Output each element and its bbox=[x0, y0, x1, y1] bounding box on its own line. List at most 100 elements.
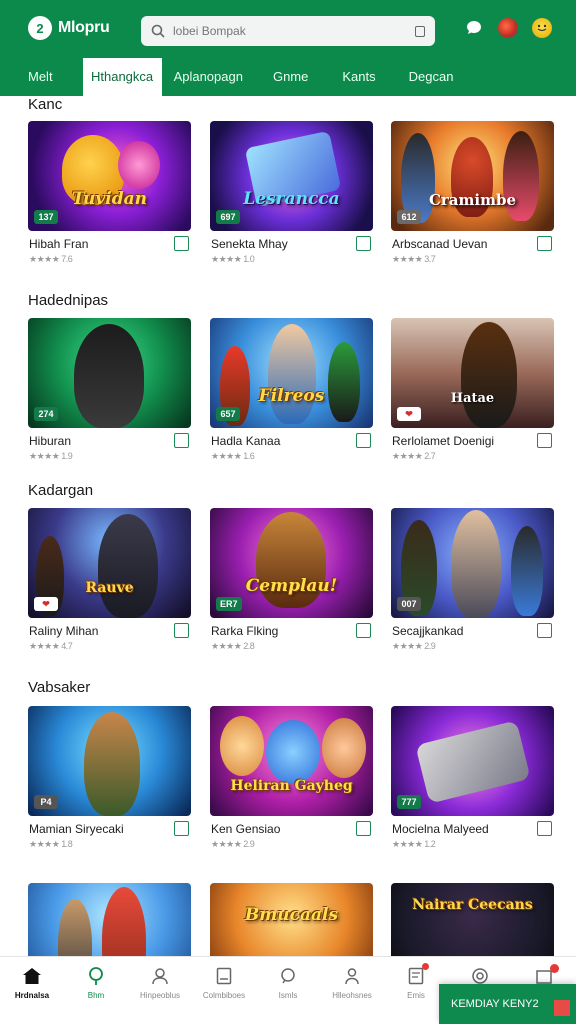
game-card[interactable]: Rauve ❤ Raliny Mihan ★★★★ 4.7 bbox=[28, 508, 191, 651]
game-rating: ★★★★ 2.9 bbox=[392, 641, 436, 651]
tab-aplanopagn[interactable]: Aplanopagn bbox=[174, 58, 243, 96]
game-art-title: Tuvidan bbox=[71, 189, 148, 209]
select-checkbox[interactable] bbox=[174, 821, 189, 836]
nav-hlleohsnes[interactable]: Hlleohsnes bbox=[320, 957, 384, 1024]
section-title: Kanc bbox=[28, 96, 63, 113]
tab-melt[interactable]: Melt bbox=[28, 58, 53, 96]
game-thumbnail[interactable]: Filreos 657 bbox=[210, 318, 373, 428]
app-logo[interactable]: 2 Mlopru bbox=[28, 16, 110, 40]
game-name: Hiburan bbox=[29, 434, 72, 448]
price-badge: 777 bbox=[397, 795, 421, 809]
nav-colmbiboes[interactable]: Colmbiboes bbox=[192, 957, 256, 1024]
tab-kants[interactable]: Kants bbox=[342, 58, 375, 96]
nav-ismls[interactable]: Ismls bbox=[256, 957, 320, 1024]
game-thumbnail[interactable]: 274 bbox=[28, 318, 191, 428]
game-card[interactable]: Hatae ❤ Rerlolamet Doenigi ★★★★ 2.7 bbox=[391, 318, 554, 461]
game-card[interactable]: Heliran Gayheg Ken Gensiao ★★★★ 2.9 bbox=[210, 706, 373, 849]
price-badge: 697 bbox=[216, 210, 240, 224]
nav-label: Colmbiboes bbox=[202, 991, 246, 1000]
game-thumbnail[interactable]: 007 bbox=[391, 508, 554, 618]
game-card[interactable] bbox=[28, 883, 191, 956]
select-checkbox[interactable] bbox=[174, 433, 189, 448]
game-art-title: Bmucaals bbox=[244, 905, 339, 925]
game-thumbnail[interactable]: Tuvidan 137 bbox=[28, 121, 191, 231]
clipboard-icon[interactable] bbox=[415, 25, 425, 37]
tab-degcan[interactable]: Degcan bbox=[409, 58, 454, 96]
select-checkbox[interactable] bbox=[356, 236, 371, 251]
tab-hthangkca[interactable]: Hthangkca bbox=[82, 58, 162, 96]
game-card[interactable]: Lesrancca 697 Senekta Mhay ★★★★ 1.0 bbox=[210, 121, 373, 264]
game-thumbnail[interactable]: Heliran Gayheg bbox=[210, 706, 373, 816]
select-checkbox[interactable] bbox=[356, 433, 371, 448]
doc-icon bbox=[213, 966, 235, 986]
game-art-title: Heliran Gayheg bbox=[230, 778, 353, 794]
game-card[interactable]: 007 Secajjkankad ★★★★ 2.9 bbox=[391, 508, 554, 651]
game-art-title: Cramimbe bbox=[428, 191, 517, 209]
game-card[interactable]: Cemplau! ER7 Rarka Flking ★★★★ 2.8 bbox=[210, 508, 373, 651]
select-checkbox[interactable] bbox=[356, 821, 371, 836]
nav-bhm[interactable]: Bhm bbox=[64, 957, 128, 1024]
select-checkbox[interactable] bbox=[537, 623, 552, 638]
game-thumbnail[interactable]: Lesrancca 697 bbox=[210, 121, 373, 231]
app-name: Mlopru bbox=[58, 19, 110, 36]
game-name: Secajjkankad bbox=[392, 624, 464, 638]
promo-banner[interactable]: KEMDIAY KENY2 bbox=[439, 984, 576, 1024]
price-badge: 612 bbox=[397, 210, 421, 224]
select-checkbox[interactable] bbox=[174, 236, 189, 251]
game-thumbnail[interactable]: Bmucaals bbox=[210, 883, 373, 956]
game-card[interactable]: Bmucaals bbox=[210, 883, 373, 956]
game-thumbnail[interactable]: Hatae ❤ bbox=[391, 318, 554, 428]
user-icon bbox=[341, 966, 363, 986]
search-input[interactable] bbox=[173, 24, 407, 38]
gift-icon[interactable] bbox=[554, 1000, 570, 1016]
game-card[interactable]: Tuvidan 137 Hibah Fran ★★★★ 7.6 bbox=[28, 121, 191, 264]
select-checkbox[interactable] bbox=[356, 623, 371, 638]
game-name: Raliny Mihan bbox=[29, 624, 99, 638]
game-art-title: Cemplau! bbox=[245, 576, 338, 596]
game-art-title: Lesrancca bbox=[243, 189, 340, 209]
game-thumbnail[interactable]: Cemplau! ER7 bbox=[210, 508, 373, 618]
game-art-title: Filreos bbox=[258, 386, 325, 406]
tab-gnme[interactable]: Gnme bbox=[273, 58, 308, 96]
nav-label: Hinpeoblus bbox=[139, 991, 181, 1000]
nav-home[interactable]: Hrdnalsa bbox=[0, 957, 64, 1024]
game-thumbnail[interactable]: P4 bbox=[28, 706, 191, 816]
game-card[interactable]: Cramimbe 612 Arbscanad Uevan ★★★★ 3.7 bbox=[391, 121, 554, 264]
game-thumbnail[interactable]: Nairar Ceecans bbox=[391, 883, 554, 956]
price-badge: ER7 bbox=[216, 597, 242, 611]
nav-hinpeoblus[interactable]: Hinpeoblus bbox=[128, 957, 192, 1024]
select-checkbox[interactable] bbox=[537, 433, 552, 448]
game-thumbnail[interactable]: Cramimbe 612 bbox=[391, 121, 554, 231]
game-card[interactable]: 274 Hiburan ★★★★ 1.9 bbox=[28, 318, 191, 461]
section-title: Vabsaker bbox=[28, 679, 91, 696]
game-name: Hadla Kanaa bbox=[211, 434, 281, 448]
game-thumbnail[interactable] bbox=[28, 883, 191, 956]
game-rating: ★★★★ 2.8 bbox=[211, 641, 255, 651]
emoji-icon[interactable] bbox=[532, 18, 552, 38]
nav-label: Hrdnalsa bbox=[14, 991, 50, 1000]
flag-icon[interactable] bbox=[498, 18, 518, 38]
game-rating: ★★★★ 1.9 bbox=[29, 451, 73, 461]
chat-icon[interactable] bbox=[464, 18, 484, 38]
game-card[interactable]: Nairar Ceecans bbox=[391, 883, 554, 956]
game-name: Mocielna Malyeed bbox=[392, 822, 489, 836]
game-thumbnail[interactable]: Rauve ❤ bbox=[28, 508, 191, 618]
category-tabs: Melt Hthangkca Aplanopagn Gnme Kants Deg… bbox=[0, 58, 576, 96]
search-bar[interactable] bbox=[141, 16, 435, 46]
game-rating: ★★★★ 2.7 bbox=[392, 451, 436, 461]
game-thumbnail[interactable]: 777 bbox=[391, 706, 554, 816]
game-art-title: Rauve bbox=[85, 580, 134, 596]
select-checkbox[interactable] bbox=[174, 623, 189, 638]
game-card[interactable]: Filreos 657 Hadla Kanaa ★★★★ 1.6 bbox=[210, 318, 373, 461]
person-icon bbox=[149, 966, 171, 986]
select-checkbox[interactable] bbox=[537, 236, 552, 251]
game-card[interactable]: 777 Mocielna Malyeed ★★★★ 1.2 bbox=[391, 706, 554, 849]
game-name: Mamian Siryecaki bbox=[29, 822, 124, 836]
select-checkbox[interactable] bbox=[537, 821, 552, 836]
price-badge: ❤ bbox=[34, 597, 58, 611]
nav-label: Ismls bbox=[278, 991, 298, 1000]
game-feed[interactable]: Kanc Tuvidan 137 Hibah Fran ★★★★ 7.6 Les… bbox=[0, 96, 576, 956]
game-card[interactable]: P4 Mamian Siryecaki ★★★★ 1.8 bbox=[28, 706, 191, 849]
price-badge: 007 bbox=[397, 597, 421, 611]
price-badge: 274 bbox=[34, 407, 58, 421]
